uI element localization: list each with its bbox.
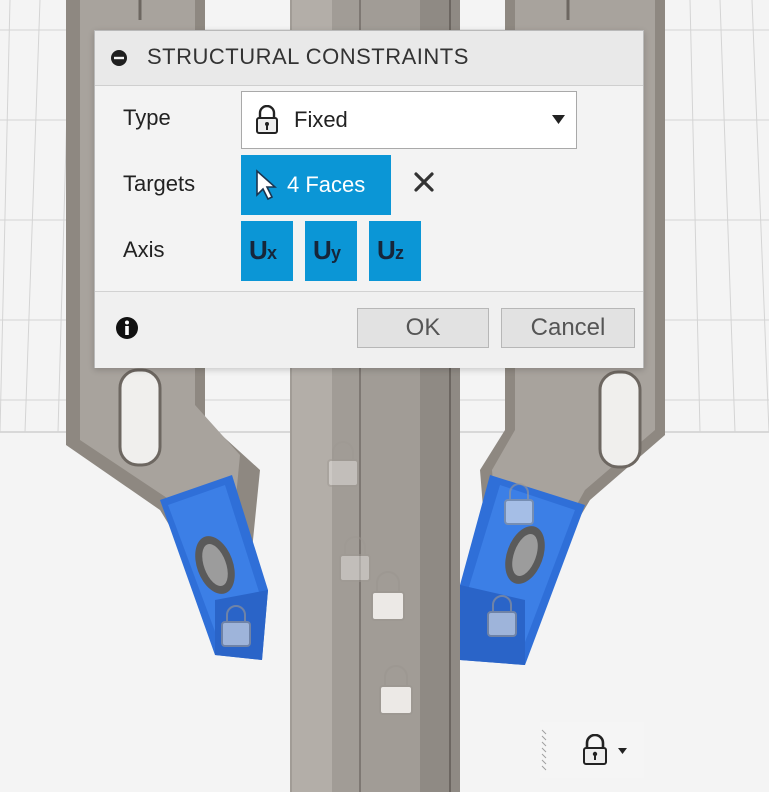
targets-select-button[interactable]: 4 Faces [241,155,391,215]
ok-button[interactable]: OK [357,308,489,348]
cursor-arrow-icon [256,169,277,201]
constraint-mini-toolbar [540,722,644,778]
dialog-title: STRUCTURAL CONSTRAINTS [147,44,469,69]
axis-uy-toggle[interactable]: U y [305,221,357,281]
axis-uz-sub: z [395,243,404,263]
axis-label: Axis [123,237,165,262]
info-icon[interactable] [115,316,139,340]
axis-ux-toggle[interactable]: U x [241,221,293,281]
chevron-down-icon[interactable] [618,748,627,754]
axis-uy-sub: y [331,243,342,263]
axis-uz-main: U [377,235,396,265]
axis-ux-sub: x [267,243,278,263]
lock-icon [256,105,278,134]
dialog-footer: OK Cancel [95,291,643,368]
targets-count: 4 Faces [287,172,366,197]
dialog-header: STRUCTURAL CONSTRAINTS [95,31,643,86]
minus-circle-icon[interactable] [110,49,128,67]
type-dropdown[interactable]: Fixed [241,91,577,149]
axis-ux-main: U [249,235,268,265]
structural-constraints-dialog: STRUCTURAL CONSTRAINTS Type Fixed Target… [94,30,644,368]
type-value: Fixed [294,107,348,132]
lock-icon[interactable] [580,734,610,766]
cancel-button[interactable]: Cancel [501,308,635,348]
chevron-down-icon [552,115,565,124]
close-icon[interactable] [413,171,435,193]
type-label: Type [123,105,171,130]
drag-handle-icon[interactable] [540,728,548,772]
axis-uy-main: U [313,235,332,265]
targets-label: Targets [123,171,196,196]
axis-uz-toggle[interactable]: U z [369,221,421,281]
